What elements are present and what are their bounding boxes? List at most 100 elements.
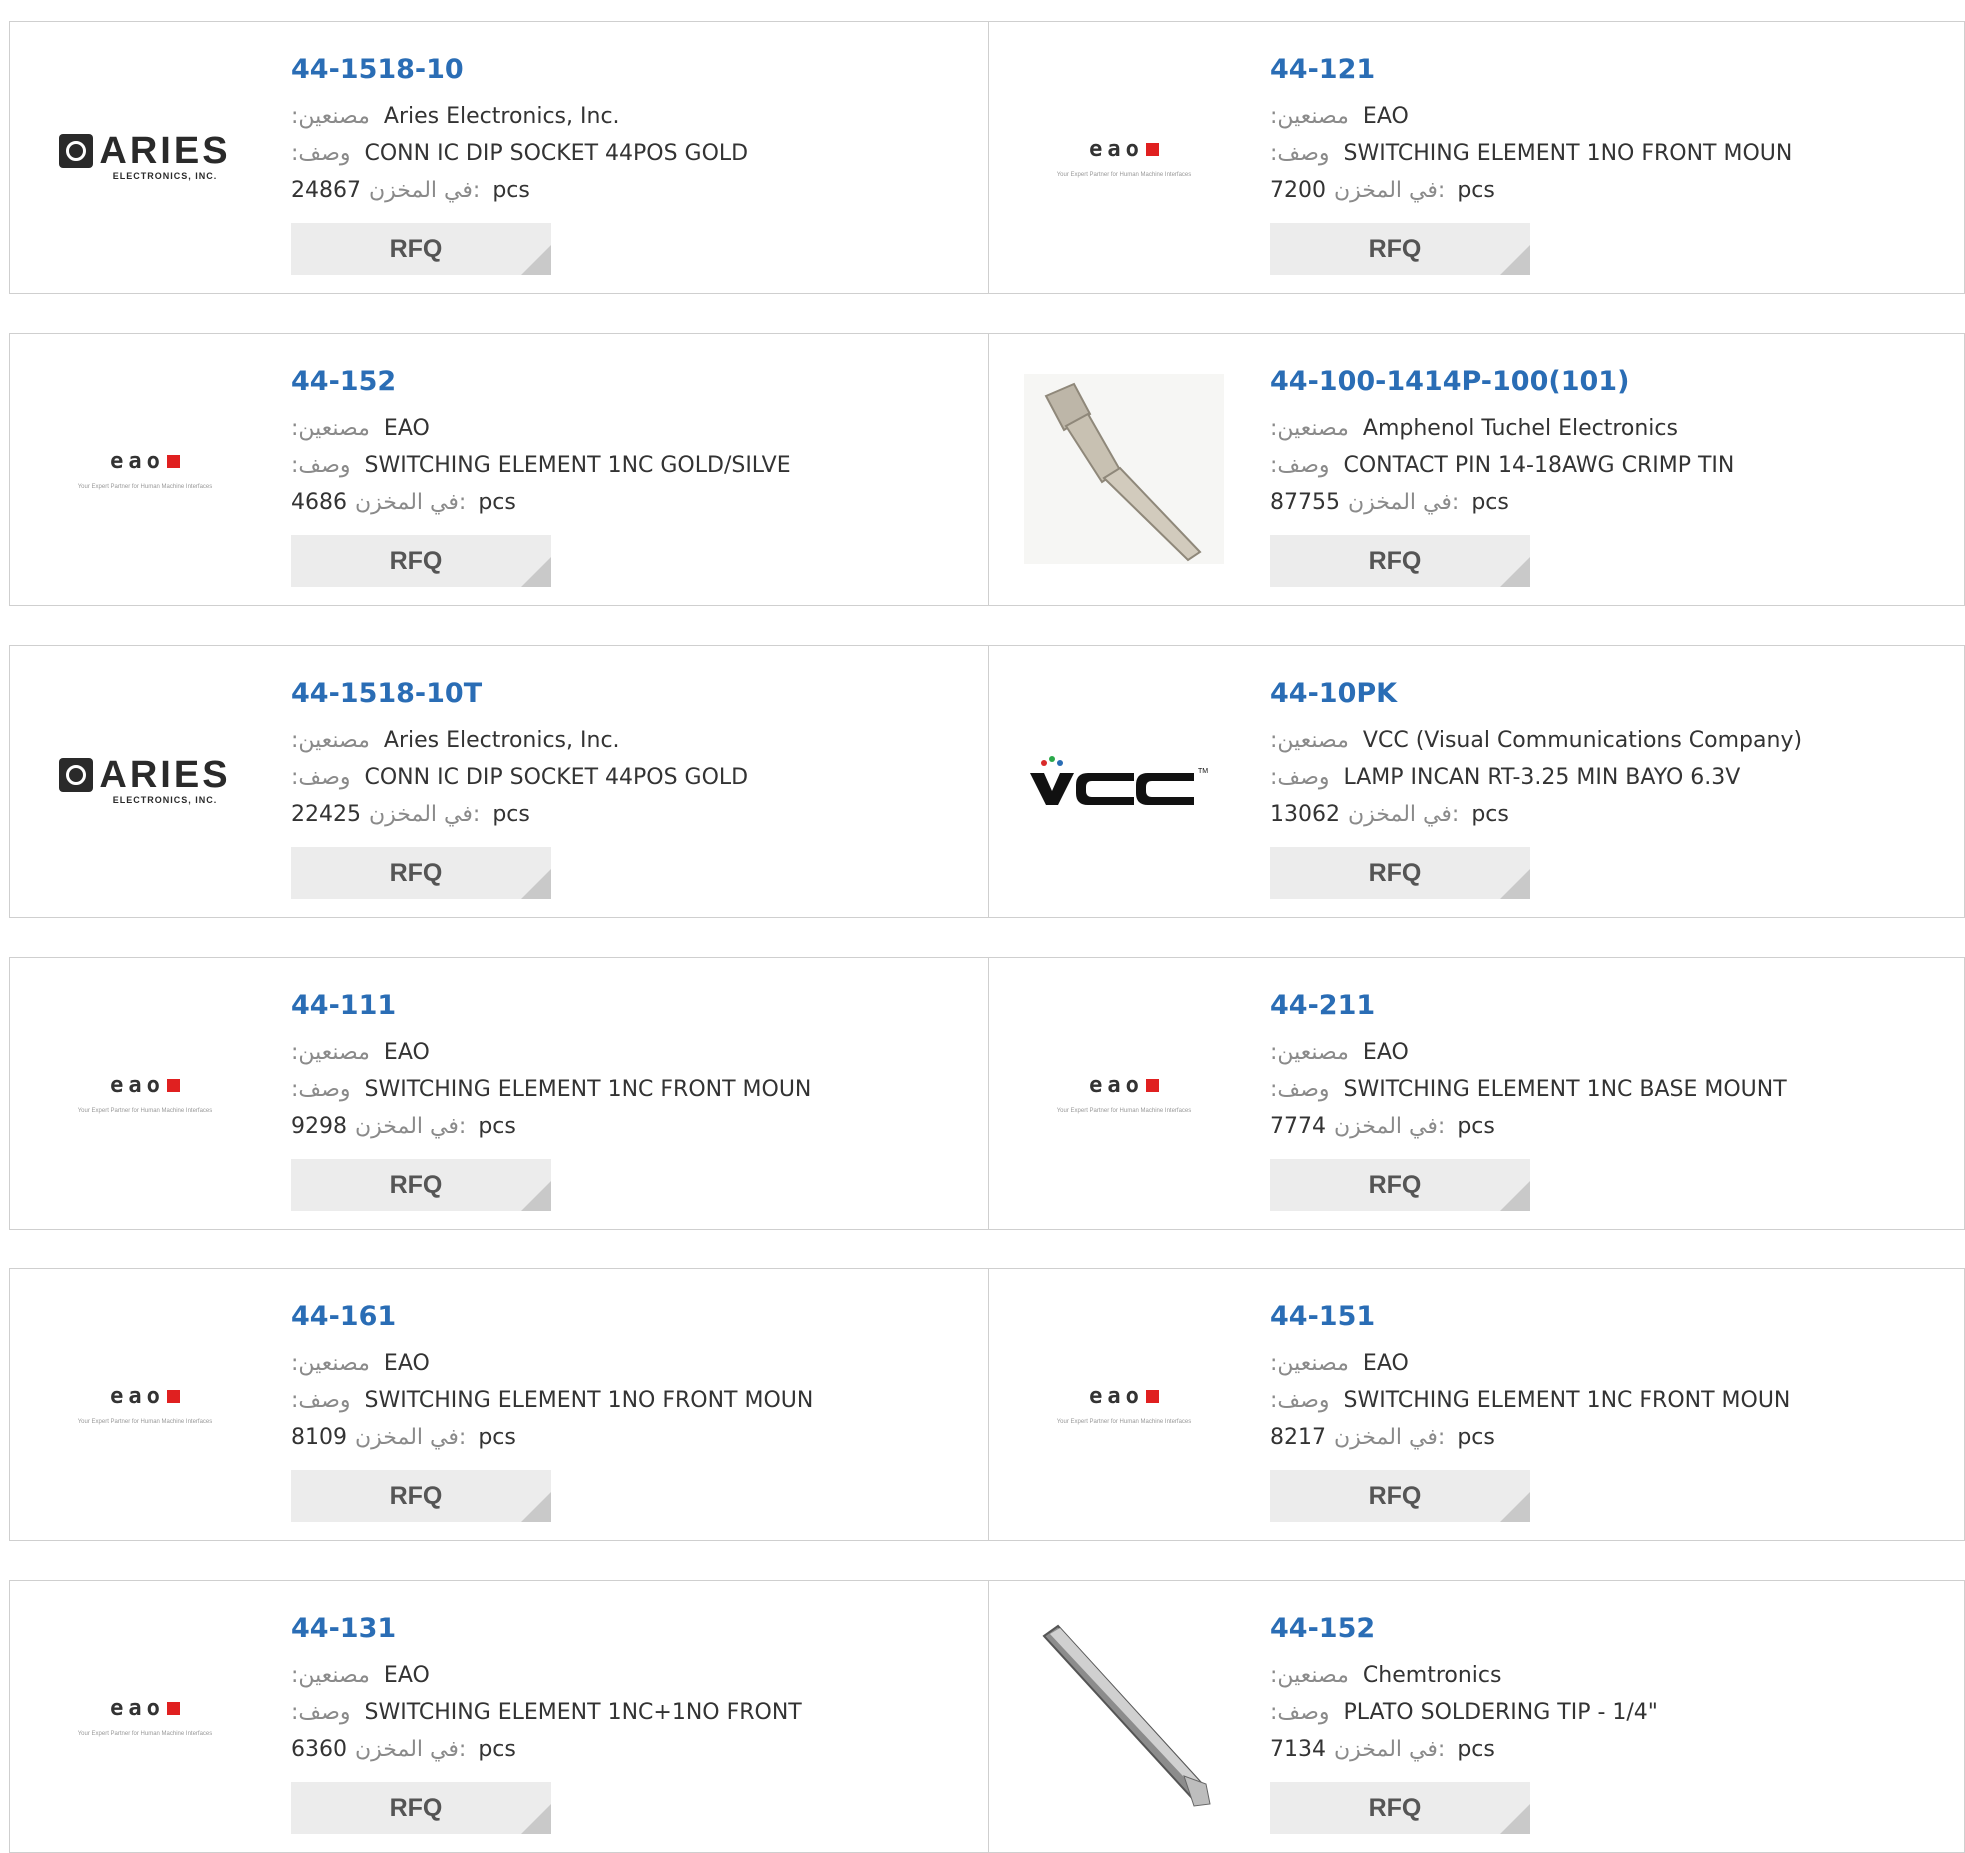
part-number-link[interactable]: 44-211 (1270, 988, 1787, 1024)
part-number-link[interactable]: 44-151 (1270, 1299, 1790, 1335)
product-row: ARIES ELECTRONICS, INC. 44-1518-10 :مصنع… (9, 21, 1965, 294)
product-card: 44-152 :مصنعين Chemtronics :وصف PLATO SOLD… (988, 1581, 1965, 1852)
soldering-tip-image (1042, 1624, 1211, 1807)
corner-fold-icon (521, 1804, 551, 1834)
rfq-button[interactable]: RFQ (291, 535, 551, 587)
rfq-button[interactable]: RFQ (1270, 1470, 1530, 1522)
eao-logo: eao Your Expert Partner for Human Machin… (77, 1383, 213, 1425)
product-card: eao Your Expert Partner for Human Machin… (10, 1269, 988, 1540)
manufacturer-line: :مصنعين EAO (291, 1663, 430, 1688)
product-card: ARIES ELECTRONICS, INC. 44-1518-10 :مصنع… (10, 22, 988, 293)
part-number-link[interactable]: 44-111 (291, 988, 811, 1024)
aries-mark-icon (59, 758, 94, 792)
stock-value: 7200 (1270, 178, 1326, 203)
manufacturer-line: :مصنعين EAO (291, 1040, 430, 1065)
description-value: SWITCHING ELEMENT 1NC+1NO FRONT (364, 1700, 802, 1725)
manufacturer-logo[interactable] (1019, 374, 1229, 564)
description-line: :وصف LAMP INCAN RT-3.25 MIN BAYO 6.3V (1270, 765, 1741, 790)
description-value: CONTACT PIN 14-18AWG CRIMP TIN (1343, 453, 1735, 478)
description-value: SWITCHING ELEMENT 1NC FRONT MOUN (1343, 1388, 1791, 1413)
rfq-button[interactable]: RFQ (291, 847, 551, 899)
product-card: eao Your Expert Partner for Human Machin… (10, 1581, 988, 1852)
stock-unit: pcs (478, 1425, 516, 1450)
eao-logo: eao Your Expert Partner for Human Machin… (77, 448, 213, 490)
description-value: CONN IC DIP SOCKET 44POS GOLD (364, 765, 749, 790)
stock-line: 8109 في المخزن: pcs (291, 1425, 516, 1450)
svg-text:TM: TM (1198, 768, 1208, 775)
eao-logo: eao Your Expert Partner for Human Machin… (1056, 136, 1192, 178)
stock-value: 22425 (291, 802, 361, 827)
stock-line: 4686 في المخزن: pcs (291, 490, 516, 515)
manufacturer-value: Aries Electronics, Inc. (383, 728, 620, 753)
corner-fold-icon (1500, 557, 1530, 587)
part-number-link[interactable]: 44-152 (1270, 1611, 1658, 1647)
manufacturer-logo[interactable]: ARIES ELECTRONICS, INC. (40, 72, 250, 242)
manufacturer-logo[interactable]: eao Your Expert Partner for Human Machin… (1019, 1319, 1229, 1489)
manufacturer-logo[interactable]: eao Your Expert Partner for Human Machin… (1019, 1008, 1229, 1178)
rfq-button[interactable]: RFQ (291, 223, 551, 275)
manufacturer-value: VCC (Visual Communications Company) (1362, 728, 1803, 753)
stock-unit: pcs (1457, 1737, 1495, 1762)
part-number-link[interactable]: 44-100-1414P-100(101) (1270, 364, 1734, 400)
rfq-button[interactable]: RFQ (291, 1470, 551, 1522)
description-value: SWITCHING ELEMENT 1NO FRONT MOUN (364, 1388, 814, 1413)
corner-fold-icon (1500, 1492, 1530, 1522)
stock-line: 7774 في المخزن: pcs (1270, 1114, 1495, 1139)
rfq-button[interactable]: RFQ (1270, 223, 1530, 275)
product-row: eao Your Expert Partner for Human Machin… (9, 1268, 1965, 1541)
aries-logo: ARIES ELECTRONICS, INC. (59, 132, 230, 181)
eao-logo: eao Your Expert Partner for Human Machin… (77, 1072, 213, 1114)
stock-value: 4686 (291, 490, 347, 515)
manufacturer-line: :مصنعين EAO (1270, 1040, 1409, 1065)
eao-red-square-icon (166, 1389, 180, 1403)
part-number-link[interactable]: 44-131 (291, 1611, 802, 1647)
rfq-button[interactable]: RFQ (291, 1159, 551, 1211)
manufacturer-logo[interactable]: TM (1019, 696, 1229, 866)
description-line: :وصف SWITCHING ELEMENT 1NC FRONT MOUN (1270, 1388, 1791, 1413)
manufacturer-line: :مصنعين Aries Electronics, Inc. (291, 104, 620, 129)
description-value: CONN IC DIP SOCKET 44POS GOLD (364, 141, 749, 166)
rfq-button[interactable]: RFQ (1270, 1782, 1530, 1834)
manufacturer-logo[interactable]: eao Your Expert Partner for Human Machin… (40, 1008, 250, 1178)
part-number-link[interactable]: 44-1518-10T (291, 676, 748, 712)
manufacturer-value: Amphenol Tuchel Electronics (1362, 416, 1678, 441)
aries-logo: ARIES ELECTRONICS, INC. (59, 756, 230, 805)
eao-red-square-icon (1145, 1078, 1159, 1092)
manufacturer-logo[interactable]: eao Your Expert Partner for Human Machin… (40, 1631, 250, 1801)
manufacturer-logo[interactable]: eao Your Expert Partner for Human Machin… (40, 1319, 250, 1489)
description-value: SWITCHING ELEMENT 1NC BASE MOUNT (1343, 1077, 1787, 1102)
stock-line: 7134 في المخزن: pcs (1270, 1737, 1495, 1762)
description-value: SWITCHING ELEMENT 1NC GOLD/SILVE (364, 453, 791, 478)
stock-line: 9298 في المخزن: pcs (291, 1114, 516, 1139)
manufacturer-logo[interactable] (1019, 1624, 1229, 1807)
manufacturer-value: EAO (1362, 104, 1409, 129)
corner-fold-icon (521, 869, 551, 899)
stock-line: 13062 في المخزن: pcs (1270, 802, 1509, 827)
manufacturer-line: :مصنعين EAO (291, 1351, 430, 1376)
rfq-button[interactable]: RFQ (1270, 847, 1530, 899)
product-card: eao Your Expert Partner for Human Machin… (988, 958, 1965, 1229)
product-row: ARIES ELECTRONICS, INC. 44-1518-10T :مصن… (9, 645, 1965, 918)
product-card: eao Your Expert Partner for Human Machin… (10, 334, 988, 605)
stock-value: 8217 (1270, 1425, 1326, 1450)
description-line: :وصف SWITCHING ELEMENT 1NC GOLD/SILVE (291, 453, 791, 478)
manufacturer-logo[interactable]: eao Your Expert Partner for Human Machin… (40, 384, 250, 554)
part-number-link[interactable]: 44-10PK (1270, 676, 1802, 712)
part-number-link[interactable]: 44-161 (291, 1299, 813, 1335)
description-line: :وصف CONN IC DIP SOCKET 44POS GOLD (291, 765, 749, 790)
manufacturer-logo[interactable]: eao Your Expert Partner for Human Machin… (1019, 72, 1229, 242)
manufacturer-line: :مصنعين Aries Electronics, Inc. (291, 728, 620, 753)
eao-red-square-icon (166, 1078, 180, 1092)
corner-fold-icon (521, 557, 551, 587)
product-card: ARIES ELECTRONICS, INC. 44-1518-10T :مصن… (10, 646, 988, 917)
rfq-button[interactable]: RFQ (1270, 535, 1530, 587)
part-number-link[interactable]: 44-1518-10 (291, 52, 748, 88)
manufacturer-logo[interactable]: ARIES ELECTRONICS, INC. (40, 696, 250, 866)
rfq-button[interactable]: RFQ (1270, 1159, 1530, 1211)
part-number-link[interactable]: 44-121 (1270, 52, 1792, 88)
manufacturer-line: :مصنعين Amphenol Tuchel Electronics (1270, 416, 1678, 441)
rfq-button[interactable]: RFQ (291, 1782, 551, 1834)
part-number-link[interactable]: 44-152 (291, 364, 791, 400)
manufacturer-line: :مصنعين EAO (291, 416, 430, 441)
description-value: SWITCHING ELEMENT 1NC FRONT MOUN (364, 1077, 812, 1102)
